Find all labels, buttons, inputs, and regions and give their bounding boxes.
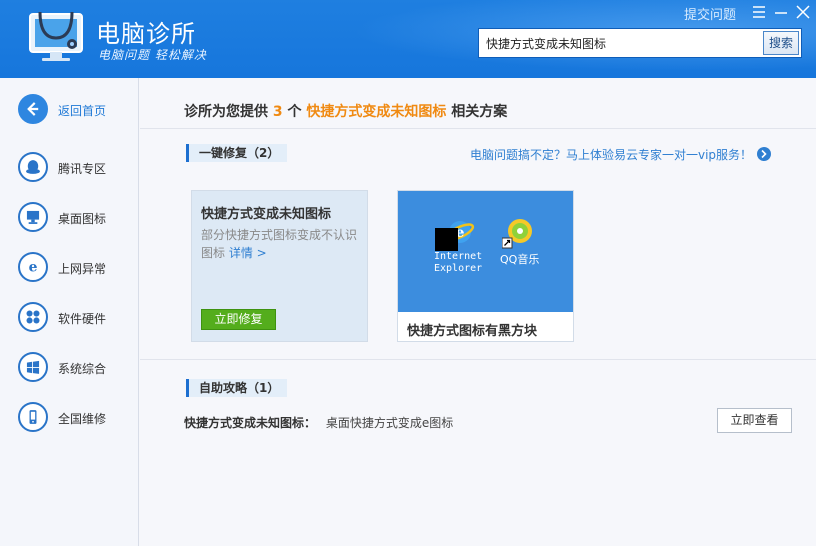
qq-music-icon <box>502 219 532 249</box>
search-box: 搜索 <box>478 28 802 58</box>
chevron-right-icon[interactable] <box>757 147 771 161</box>
sidebar-item-label: 系统综合 <box>58 362 107 376</box>
headline-count: 3 <box>272 104 283 120</box>
desktop-preview: e Internet Explorer QQ音乐 <box>398 191 573 312</box>
ie-label-line1: Internet <box>434 251 483 262</box>
ie-desktop-icon: e <box>435 221 475 251</box>
sidebar-item-desktop-icons[interactable]: 桌面图标 <box>18 202 136 234</box>
sidebar-item-label: 全国维修 <box>58 412 107 426</box>
headline-prefix: 诊所为您提供 <box>184 104 268 120</box>
phone-icon <box>18 402 48 432</box>
sidebar-item-tencent[interactable]: 腾讯专区 <box>18 152 136 184</box>
fix-card-desc-text: 部分快捷方式图标变成不认识图标 <box>201 228 358 260</box>
sidebar-item-label: 桌面图标 <box>58 212 107 226</box>
sidebar-item-label: 上网异常 <box>58 262 107 276</box>
title-bar: 电脑诊所 电脑问题 轻松解决 提交问题 搜索 <box>0 0 816 78</box>
menu-icon[interactable] <box>750 3 768 21</box>
guide-answer-link[interactable]: 桌面快捷方式变成e图标 <box>326 416 453 430</box>
monitor-icon <box>18 202 48 232</box>
svg-text:e: e <box>29 259 38 275</box>
fix-card-title: 快捷方式图标有黑方块 <box>407 324 538 339</box>
sidebar-item-home[interactable]: 返回首页 <box>18 94 136 126</box>
sidebar-item-repair[interactable]: 全国维修 <box>18 402 136 434</box>
app-logo-icon <box>29 11 83 61</box>
divider <box>140 359 816 360</box>
guide-row: 快捷方式变成未知图标： 桌面快捷方式变成e图标 <box>184 414 453 431</box>
sidebar-item-software-hardware[interactable]: 软件硬件 <box>18 302 136 334</box>
sidebar-item-network[interactable]: e 上网异常 <box>18 252 136 284</box>
qq-penguin-icon <box>18 152 48 182</box>
search-button[interactable]: 搜索 <box>763 31 799 55</box>
ie-desktop-label: Internet Explorer <box>434 251 482 275</box>
headline-suffix: 相关方案 <box>451 104 508 120</box>
ie-browser-icon: e <box>18 252 48 282</box>
details-link[interactable]: 详情 > <box>229 246 267 260</box>
vip-service-link[interactable]: 电脑问题搞不定？马上体验易云专家一对一vip服务！ <box>470 146 752 163</box>
sidebar: 返回首页 腾讯专区 桌面图标 e 上网异常 软件硬件 系统综合 全国维修 <box>0 78 139 546</box>
fix-card-black-square[interactable]: e Internet Explorer QQ音乐 快捷方式图标有黑方块 <box>397 190 574 342</box>
app-subtitle: 电脑问题 轻松解决 <box>98 48 207 62</box>
sidebar-item-label: 返回首页 <box>58 104 107 118</box>
main-panel: 诊所为您提供 3 个 快捷方式变成未知图标 相关方案 一键修复（2） 电脑问题搞… <box>140 78 816 546</box>
ie-label-line2: Explorer <box>434 263 483 274</box>
results-headline: 诊所为您提供 3 个 快捷方式变成未知图标 相关方案 <box>184 101 507 121</box>
windows-logo-icon <box>18 352 48 382</box>
view-now-button[interactable]: 立即查看 <box>717 408 792 433</box>
app-title: 电脑诊所 <box>96 20 196 48</box>
qq-music-label: QQ音乐 <box>500 253 540 266</box>
minimize-icon[interactable] <box>772 3 790 21</box>
fix-now-button[interactable]: 立即修复 <box>201 309 276 330</box>
sidebar-item-system[interactable]: 系统综合 <box>18 352 136 384</box>
back-arrow-icon <box>18 94 48 124</box>
fix-card-unknown-icon: 快捷方式变成未知图标 部分快捷方式图标变成不认识图标 详情 > 立即修复 <box>191 190 368 342</box>
guide-question: 快捷方式变成未知图标： <box>184 416 317 430</box>
sidebar-item-label: 软件硬件 <box>58 312 107 326</box>
one-click-fix-tag: 一键修复（2） <box>186 144 288 162</box>
divider <box>140 128 816 129</box>
self-help-tag: 自助攻略（1） <box>186 379 288 397</box>
close-icon[interactable] <box>794 3 812 21</box>
puzzle-icon <box>18 302 48 332</box>
search-input[interactable] <box>479 29 761 57</box>
submit-question-link[interactable]: 提交问题 <box>684 4 736 23</box>
sidebar-item-label: 腾讯专区 <box>58 162 107 176</box>
headline-unit: 个 <box>287 104 302 120</box>
headline-keyword: 快捷方式变成未知图标 <box>306 104 447 120</box>
fix-card-description: 部分快捷方式图标变成不认识图标 详情 > <box>201 226 363 262</box>
fix-card-title: 快捷方式变成未知图标 <box>201 207 332 222</box>
